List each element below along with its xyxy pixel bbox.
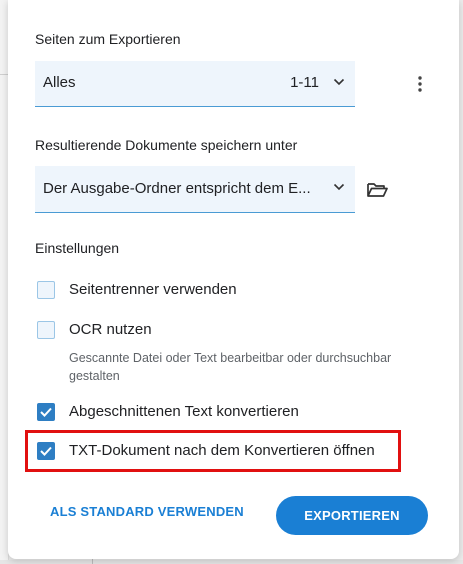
- folder-open-icon[interactable]: [366, 180, 388, 200]
- save-section-label: Resultierende Dokumente speichern unter: [35, 137, 298, 153]
- pages-range: 1-11: [290, 74, 319, 91]
- save-location-value: Der Ausgabe-Ordner entspricht dem E...: [43, 180, 311, 197]
- pages-select[interactable]: Alles 1-11: [35, 61, 355, 107]
- background-divider: [0, 74, 8, 75]
- pages-section-label: Seiten zum Exportieren: [35, 31, 181, 47]
- truncated-text-checkbox[interactable]: [37, 403, 55, 421]
- ocr-hint: Gescannte Datei oder Text bearbeitbar od…: [69, 351, 392, 383]
- export-dialog: Seiten zum Exportieren Alles 1-11 Result…: [8, 0, 459, 559]
- save-location-select[interactable]: Der Ausgabe-Ordner entspricht dem E...: [35, 166, 355, 213]
- export-button[interactable]: EXPORTIEREN: [276, 496, 428, 535]
- page-separator-label: Seitentrenner verwenden: [69, 281, 237, 298]
- chevron-down-icon: [333, 183, 345, 191]
- settings-section-label: Einstellungen: [35, 240, 120, 256]
- background-bottom: [0, 560, 463, 564]
- pages-select-value: Alles: [43, 74, 76, 91]
- ocr-label: OCR nutzen: [69, 321, 152, 338]
- set-default-button[interactable]: ALS STANDARD VERWENDEN: [50, 504, 244, 519]
- page-separator-checkbox[interactable]: [37, 281, 55, 299]
- highlight-box: [25, 430, 401, 472]
- truncated-text-label: Abgeschnittenen Text konvertieren: [69, 403, 299, 420]
- checkmark-icon: [40, 407, 52, 417]
- more-vert-icon[interactable]: [412, 74, 428, 94]
- chevron-down-icon: [333, 78, 345, 86]
- ocr-checkbox[interactable]: [37, 321, 55, 339]
